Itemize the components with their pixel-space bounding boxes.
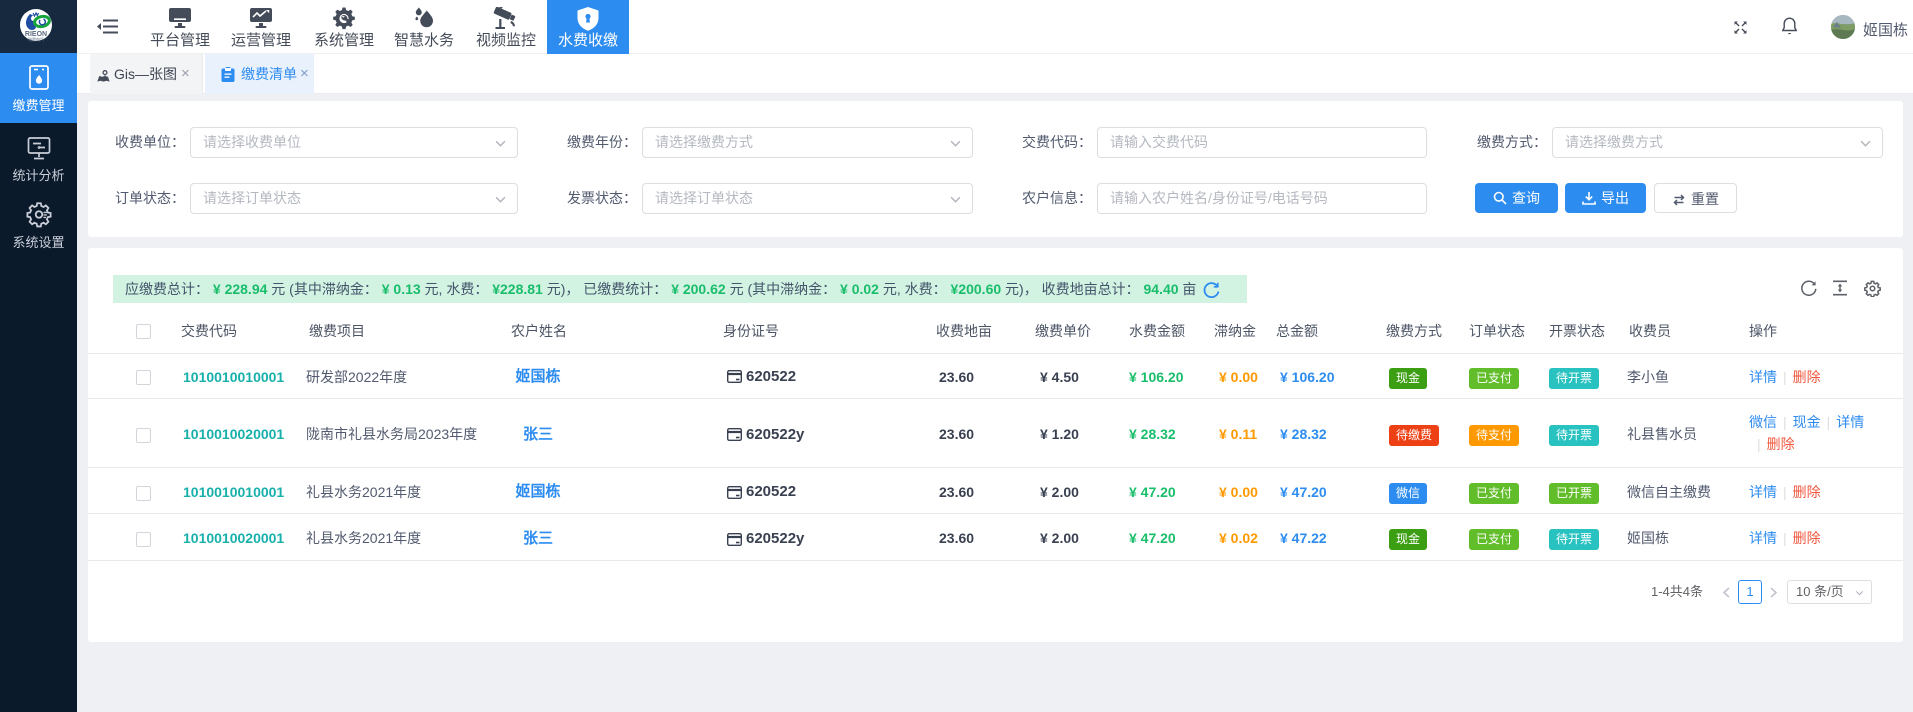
svg-text:瑞恩电气: 瑞恩电气 <box>28 36 44 42</box>
